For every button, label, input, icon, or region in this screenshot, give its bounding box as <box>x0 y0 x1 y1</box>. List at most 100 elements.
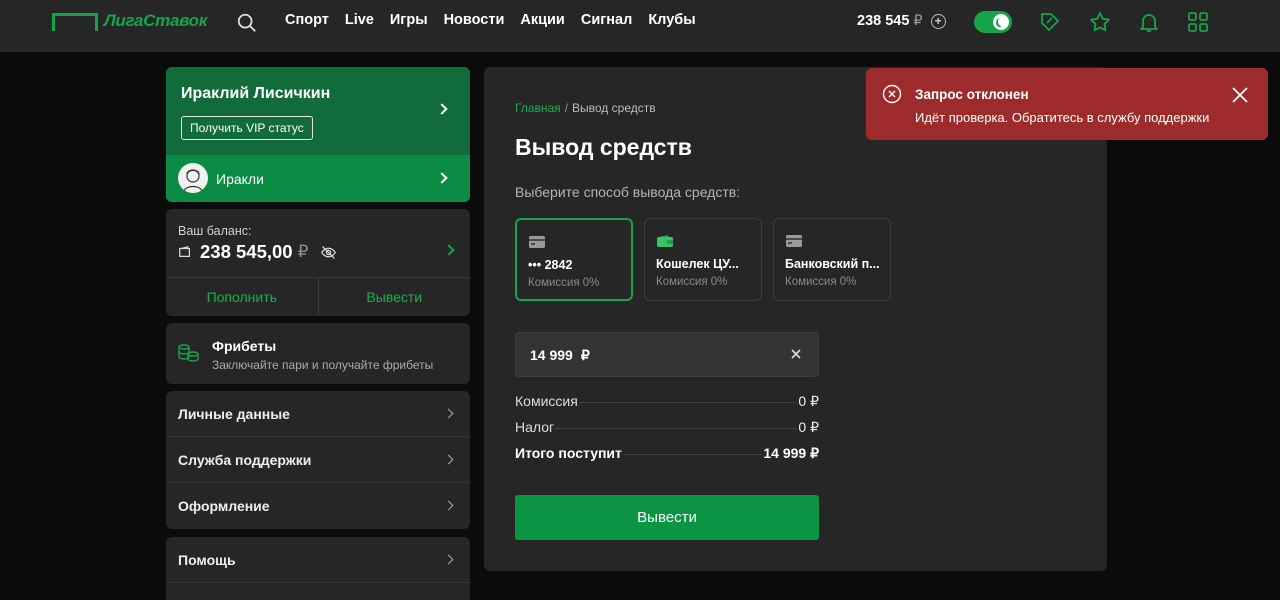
nav-news[interactable]: Новости <box>444 12 505 28</box>
help-menu: Помощь <box>166 537 470 600</box>
wallet-icon <box>179 245 190 257</box>
balance-label: Ваш баланс: <box>178 224 252 238</box>
chevron-right-icon <box>436 103 448 115</box>
grid-icon[interactable] <box>1186 10 1210 34</box>
card-icon <box>786 235 802 247</box>
nav-clubs[interactable]: Клубы <box>648 12 695 28</box>
summary-row-commission: Комиссия 0 ₽ <box>515 393 819 419</box>
coins-icon <box>178 344 199 362</box>
breadcrumb-current: Вывод средств <box>572 101 656 115</box>
method-prompt: Выберите способ вывода средств: <box>515 184 741 200</box>
method-card-bank[interactable]: Банковский п... Комиссия 0% <box>773 218 891 301</box>
summary-value: 0 ₽ <box>798 419 819 435</box>
breadcrumb-home[interactable]: Главная <box>515 101 561 115</box>
summary-label: Комиссия <box>515 393 578 409</box>
logo-text: ЛигаСтавок <box>104 11 208 30</box>
bell-icon[interactable] <box>1137 10 1161 34</box>
breadcrumb: Главная / Вывод средств <box>515 101 656 115</box>
leader-dots <box>623 454 762 455</box>
close-icon[interactable] <box>790 348 802 360</box>
freebets-card[interactable]: Фрибеты Заключайте пари и получайте фриб… <box>166 323 470 384</box>
leader-dots <box>579 402 797 403</box>
page-title: Вывод средств <box>515 134 692 160</box>
profile-nickname: Иракли <box>216 171 264 187</box>
summary-label: Налог <box>515 419 555 435</box>
nav-promos[interactable]: Акции <box>520 12 564 28</box>
balance-actions: Пополнить Вывести <box>166 277 470 316</box>
method-title: Банковский п... <box>785 257 880 271</box>
header-balance-value: 238 545 <box>857 13 910 29</box>
chevron-right-icon <box>443 454 454 465</box>
moon-icon <box>993 14 1009 30</box>
method-card-2842[interactable]: ••• 2842 Комиссия 0% <box>515 218 633 301</box>
chevron-right-icon <box>443 554 454 565</box>
toast-message: Идёт проверка. Обратитесь в службу подде… <box>915 110 1210 125</box>
amount-currency: ₽ <box>580 347 590 363</box>
summary-row-tax: Налог 0 ₽ <box>515 419 819 445</box>
toast-title: Запрос отклонен <box>915 87 1029 102</box>
menu-item-label: Оформление <box>178 498 270 514</box>
balance-row: 238 545,00 ₽ <box>178 241 337 263</box>
withdraw-link[interactable]: Вывести <box>319 278 471 316</box>
wallet-icon <box>657 235 673 247</box>
method-fee: Комиссия 0% <box>528 277 600 289</box>
nav-games[interactable]: Игры <box>390 12 428 28</box>
error-toast: Запрос отклонен Идёт проверка. Обратитес… <box>866 68 1268 140</box>
chevron-right-icon <box>443 500 454 511</box>
menu-item-label: Служба поддержки <box>178 452 312 468</box>
plus-icon[interactable]: + <box>930 13 946 29</box>
error-circle-icon <box>882 84 902 104</box>
header-balance-currency: ₽ <box>913 13 923 29</box>
header-balance[interactable]: 238 545 ₽ + <box>857 13 946 29</box>
amount-number: 14 999 <box>530 347 573 363</box>
profile-header[interactable]: Ираклий Лисичкин Получить VIP статус <box>166 67 470 155</box>
avatar <box>178 163 208 193</box>
top-bar: ЛигаСтавок Спорт Live Игры Новости Акции… <box>0 0 1280 52</box>
balance-value: 238 545,00 <box>200 241 293 262</box>
method-title: ••• 2842 <box>528 258 573 272</box>
profile-nickname-row[interactable]: Иракли <box>166 155 470 202</box>
menu-item-appearance[interactable]: Оформление <box>166 483 470 529</box>
eye-off-icon[interactable] <box>320 244 337 261</box>
profile-card: Ираклий Лисичкин Получить VIP статус Ира… <box>166 67 470 202</box>
deposit-button[interactable]: Пополнить <box>166 278 319 316</box>
withdraw-panel: Главная / Вывод средств Вывод средств Выбе… <box>484 67 1107 571</box>
summary-value: 0 ₽ <box>798 393 819 409</box>
menu-item-personal-data[interactable]: Личные данные <box>166 391 470 437</box>
nav-live[interactable]: Live <box>345 12 374 28</box>
balance-currency: ₽ <box>297 242 309 261</box>
withdraw-submit-button[interactable]: Вывести <box>515 495 819 540</box>
freebets-title: Фрибеты <box>212 338 277 354</box>
nav-signal[interactable]: Сигнал <box>581 12 632 28</box>
search-icon[interactable] <box>236 12 258 34</box>
close-icon[interactable] <box>1231 86 1249 104</box>
chevron-right-icon <box>443 408 454 419</box>
menu-item-label: Помощь <box>178 552 236 568</box>
balance-card: Ваш баланс: 238 545,00 ₽ Пополнить Вывес… <box>166 209 470 316</box>
vip-status-button[interactable]: Получить VIP статус <box>181 116 313 140</box>
amount-input[interactable]: 14 999 ₽ <box>515 332 819 377</box>
menu-item-support[interactable]: Служба поддержки <box>166 437 470 483</box>
star-icon[interactable] <box>1088 10 1112 34</box>
chevron-right-icon <box>436 172 448 184</box>
leader-dots <box>556 428 797 429</box>
withdraw-summary: Комиссия 0 ₽ Налог 0 ₽ Итого поступит 14… <box>515 393 819 471</box>
main-nav: Спорт Live Игры Новости Акции Сигнал Клу… <box>285 12 712 28</box>
coupon-icon[interactable] <box>1038 10 1062 34</box>
account-menu: Личные данные Служба поддержки Оформлени… <box>166 391 470 529</box>
logo[interactable]: ЛигаСтавок <box>52 11 207 31</box>
theme-toggle[interactable] <box>974 11 1012 33</box>
freebets-subtitle: Заключайте пари и получайте фрибеты <box>212 358 434 372</box>
profile-name: Ираклий Лисичкин <box>181 85 331 102</box>
menu-item-help[interactable]: Помощь <box>166 537 470 583</box>
summary-label: Итого поступит <box>515 445 622 461</box>
method-fee: Комиссия 0% <box>656 276 728 288</box>
nav-sport[interactable]: Спорт <box>285 12 329 28</box>
method-fee: Комиссия 0% <box>785 276 857 288</box>
summary-value: 14 999 ₽ <box>763 445 819 461</box>
method-card-wallet[interactable]: Кошелек ЦУ... Комиссия 0% <box>644 218 762 301</box>
amount-value: 14 999 ₽ <box>530 347 590 364</box>
card-icon <box>529 236 545 248</box>
chevron-right-icon[interactable] <box>443 244 455 256</box>
summary-row-total: Итого поступит 14 999 ₽ <box>515 445 819 471</box>
